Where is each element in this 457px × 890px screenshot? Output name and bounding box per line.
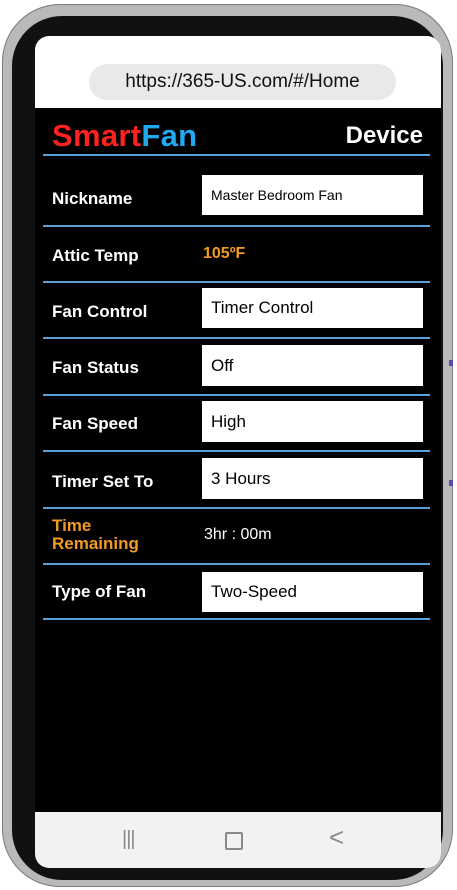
volume-button: [449, 360, 453, 366]
timer-set-to-select[interactable]: 3 Hours: [202, 458, 423, 499]
url-bar[interactable]: https://365-US.com/#/Home: [89, 64, 396, 100]
divider: [43, 394, 430, 396]
power-button: [449, 480, 453, 486]
divider: [43, 225, 430, 227]
system-navigation-bar: ||| <: [35, 812, 441, 868]
back-icon[interactable]: <: [329, 822, 344, 853]
attic-temp-label: Attic Temp: [52, 246, 139, 265]
fan-status-field[interactable]: Off: [202, 345, 423, 386]
divider: [43, 281, 430, 283]
divider: [43, 450, 430, 452]
home-icon[interactable]: [225, 828, 243, 850]
timer-set-to-value: 3 Hours: [211, 468, 271, 488]
attic-temp-value: 105ºF: [203, 245, 246, 262]
divider: [43, 337, 430, 339]
divider: [43, 618, 430, 620]
divider: [43, 154, 430, 156]
fan-control-select[interactable]: Timer Control: [202, 288, 423, 328]
divider: [43, 507, 430, 509]
type-of-fan-value: Two-Speed: [211, 582, 297, 601]
fan-status-label: Fan Status: [52, 358, 139, 377]
time-remaining-value: 3hr : 00m: [204, 526, 272, 543]
time-remaining-label: Time Remaining: [52, 517, 139, 553]
app-logo: SmartFan: [52, 118, 197, 154]
fan-status-value: Off: [211, 355, 234, 375]
type-of-fan-select[interactable]: Two-Speed: [202, 572, 423, 612]
phone-screen: https://365-US.com/#/Home SmartFan Devic…: [35, 36, 441, 868]
timer-set-to-label: Timer Set To: [52, 472, 154, 491]
fan-speed-value: High: [211, 411, 246, 431]
logo-fan-text: Fan: [141, 118, 198, 153]
fan-control-label: Fan Control: [52, 302, 148, 321]
fan-control-value: Timer Control: [211, 298, 314, 317]
browser-top-area: https://365-US.com/#/Home: [35, 36, 441, 108]
fan-speed-label: Fan Speed: [52, 414, 138, 433]
recents-icon[interactable]: |||: [122, 828, 136, 851]
divider: [43, 563, 430, 565]
type-of-fan-label: Type of Fan: [52, 582, 147, 601]
nickname-value: Master Bedroom Fan: [211, 187, 343, 203]
nickname-label: Nickname: [52, 189, 133, 208]
nickname-input[interactable]: Master Bedroom Fan: [202, 175, 423, 215]
time-remaining-label-line2: Remaining: [52, 534, 139, 553]
time-remaining-label-line1: Time: [52, 516, 92, 535]
page-title: Device: [345, 122, 423, 149]
logo-smart-text: Smart: [52, 118, 142, 153]
fan-speed-select[interactable]: High: [202, 401, 423, 442]
